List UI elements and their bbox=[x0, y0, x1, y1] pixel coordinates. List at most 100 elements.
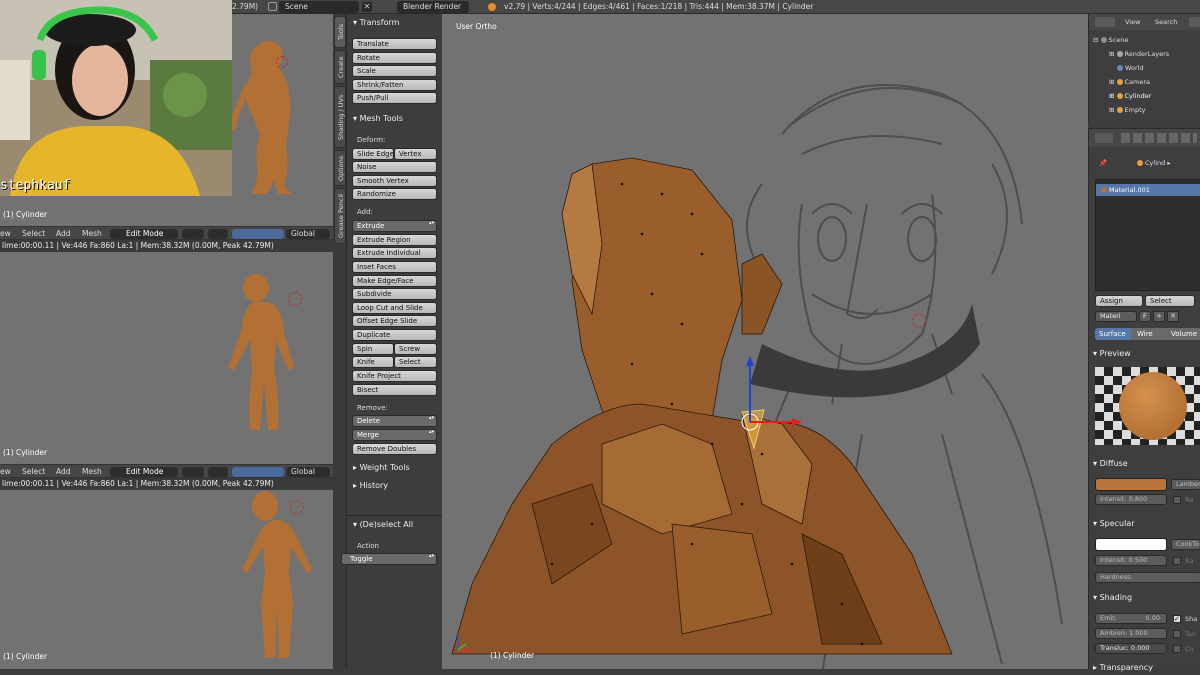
pivot-selector[interactable] bbox=[208, 229, 228, 239]
shading-panel-header[interactable]: ▾ Shading bbox=[1089, 591, 1180, 605]
shading-selector[interactable] bbox=[182, 229, 204, 239]
close-icon[interactable]: ✕ bbox=[362, 2, 372, 12]
outliner-item-camera[interactable]: ⊞ Camera bbox=[1109, 78, 1150, 86]
manipulator-toggles[interactable] bbox=[232, 467, 284, 477]
specular-panel-header[interactable]: ▾ Specular bbox=[1089, 517, 1180, 531]
tab-volume[interactable]: Volume bbox=[1167, 328, 1200, 340]
shrink-fatten-button[interactable]: Shrink/Fatten bbox=[352, 79, 437, 91]
transform-panel-header[interactable]: ▾ Transform bbox=[349, 16, 440, 30]
outliner-item-cylinder[interactable]: ⊞ Cylinder bbox=[1109, 92, 1151, 100]
select-menu[interactable]: Select bbox=[22, 227, 45, 241]
diffuse-intensity-field[interactable]: Intensit: 0.800 bbox=[1095, 494, 1167, 505]
operator-panel-header[interactable]: ▾ (De)select All bbox=[349, 518, 440, 532]
tab-tools[interactable]: Tools bbox=[334, 16, 346, 48]
view-menu[interactable]: ew bbox=[0, 465, 11, 479]
select-menu[interactable]: Select bbox=[22, 465, 45, 479]
push-pull-button[interactable]: Push/Pull bbox=[352, 92, 437, 104]
add-menu[interactable]: Add bbox=[56, 227, 71, 241]
extrude-individual-button[interactable]: Extrude Individual bbox=[352, 247, 437, 259]
editor-type-icon[interactable] bbox=[1095, 133, 1113, 143]
diffuse-color-swatch[interactable] bbox=[1095, 478, 1167, 491]
mesh-menu[interactable]: Mesh bbox=[82, 227, 102, 241]
pin-icon[interactable]: 📌 bbox=[1099, 159, 1107, 167]
outliner-item-empty[interactable]: ⊞ Empty bbox=[1109, 106, 1145, 114]
search-menu[interactable]: Search bbox=[1155, 18, 1177, 26]
manipulator-toggles[interactable] bbox=[232, 229, 284, 239]
diffuse-panel-header[interactable]: ▾ Diffuse bbox=[1089, 457, 1180, 471]
spin-button[interactable]: Spin bbox=[352, 343, 394, 355]
rotate-button[interactable]: Rotate bbox=[352, 52, 437, 64]
emit-field[interactable]: Emit: 0.00 bbox=[1095, 613, 1167, 624]
view-menu[interactable]: ew bbox=[0, 227, 11, 241]
unlink-material-icon[interactable]: ✕ bbox=[1167, 311, 1179, 322]
make-edge-face-button[interactable]: Make Edge/Face bbox=[352, 275, 437, 287]
tab-surface[interactable]: Surface bbox=[1095, 328, 1131, 340]
tab-grease-pencil[interactable]: Grease Pencil bbox=[334, 188, 346, 244]
tab-create[interactable]: Create bbox=[334, 50, 346, 84]
cubic-checkbox[interactable] bbox=[1173, 645, 1181, 653]
viewport-bottom-left[interactable]: lime:00:00.11 | Ve:446 Fa:860 La:1 | Mem… bbox=[0, 478, 333, 669]
history-panel-header[interactable]: ▸ History bbox=[349, 479, 440, 493]
add-material-icon[interactable]: + bbox=[1153, 311, 1165, 322]
display-mode-selector[interactable] bbox=[1189, 17, 1200, 27]
context-tabs[interactable] bbox=[1121, 133, 1197, 143]
tangent-checkbox[interactable] bbox=[1173, 630, 1181, 638]
fake-user-toggle[interactable]: F bbox=[1139, 311, 1151, 322]
slide-edge-button[interactable]: Slide Edge bbox=[352, 148, 394, 160]
slide-vertex-button[interactable]: Vertex bbox=[394, 148, 437, 160]
bisect-button[interactable]: Bisect bbox=[352, 384, 437, 396]
tab-options[interactable]: Options bbox=[334, 150, 346, 186]
shading-selector[interactable] bbox=[182, 467, 204, 477]
specular-shader-dropdown[interactable]: CookTo bbox=[1171, 539, 1200, 550]
noise-button[interactable]: Noise bbox=[352, 161, 437, 173]
specular-color-swatch[interactable] bbox=[1095, 538, 1167, 551]
scene-selector[interactable]: Scene bbox=[279, 1, 359, 13]
mesh-tools-panel-header[interactable]: ▾ Mesh Tools bbox=[349, 112, 440, 126]
add-menu[interactable]: Add bbox=[56, 465, 71, 479]
knife-button[interactable]: Knife bbox=[352, 356, 394, 368]
knife-select-button[interactable]: Select bbox=[394, 356, 437, 368]
scene-browse-icon[interactable] bbox=[268, 2, 277, 11]
ramp-checkbox[interactable] bbox=[1173, 557, 1181, 565]
transparency-panel-header[interactable]: ▸ Transparency bbox=[1089, 661, 1180, 675]
merge-dropdown[interactable]: Merge bbox=[352, 429, 437, 441]
specular-intensity-field[interactable]: Intensit: 0.500 bbox=[1095, 555, 1167, 566]
loop-cut-slide-button[interactable]: Loop Cut and Slide bbox=[352, 302, 437, 314]
view-menu[interactable]: View bbox=[1125, 18, 1140, 26]
outliner-item-scene[interactable]: ⊟ Scene bbox=[1093, 36, 1128, 44]
outliner-item-renderlayers[interactable]: ⊞ RenderLayers bbox=[1109, 50, 1169, 58]
main-3d-viewport[interactable]: User Ortho (1) Cylinder bbox=[442, 14, 1088, 669]
material-name-field[interactable]: Materi bbox=[1095, 311, 1137, 322]
randomize-button[interactable]: Randomize bbox=[352, 188, 437, 200]
diffuse-shader-dropdown[interactable]: Lamber bbox=[1171, 479, 1200, 490]
ramp-checkbox[interactable] bbox=[1173, 496, 1181, 504]
screw-button[interactable]: Screw bbox=[394, 343, 437, 355]
shadeless-checkbox[interactable]: ✓ bbox=[1173, 615, 1181, 623]
tab-shading-uvs[interactable]: Shading / UVs bbox=[334, 86, 346, 148]
extrude-dropdown[interactable]: Extrude bbox=[352, 220, 437, 232]
outliner-item-world[interactable]: World bbox=[1117, 64, 1144, 72]
duplicate-button[interactable]: Duplicate bbox=[352, 329, 437, 341]
inset-faces-button[interactable]: Inset Faces bbox=[352, 261, 437, 273]
remove-doubles-button[interactable]: Remove Doubles bbox=[352, 443, 437, 455]
ambient-field[interactable]: Ambien: 1.000 bbox=[1095, 628, 1167, 639]
action-dropdown[interactable]: Toggle bbox=[341, 553, 437, 565]
render-engine-selector[interactable]: Blender Render bbox=[397, 1, 469, 13]
offset-edge-slide-button[interactable]: Offset Edge Slide bbox=[352, 315, 437, 327]
viewport-middle-left[interactable]: lime:00:00.11 | Ve:446 Fa:860 La:1 | Mem… bbox=[0, 240, 333, 464]
preview-panel-header[interactable]: ▾ Preview bbox=[1089, 347, 1180, 361]
delete-dropdown[interactable]: Delete bbox=[352, 415, 437, 427]
weight-tools-panel-header[interactable]: ▸ Weight Tools bbox=[349, 461, 440, 475]
knife-project-button[interactable]: Knife Project bbox=[352, 370, 437, 382]
translate-button[interactable]: Translate bbox=[352, 38, 437, 50]
assign-button[interactable]: Assign bbox=[1095, 295, 1143, 307]
select-button[interactable]: Select bbox=[1145, 295, 1195, 307]
hardness-field[interactable]: Hardness: bbox=[1095, 572, 1200, 583]
translucency-field[interactable]: Transluc: 0.000 bbox=[1095, 643, 1167, 654]
editor-type-icon[interactable] bbox=[1095, 17, 1115, 27]
scale-button[interactable]: Scale bbox=[352, 65, 437, 77]
tab-wire[interactable]: Wire bbox=[1131, 328, 1167, 340]
mesh-menu[interactable]: Mesh bbox=[82, 465, 102, 479]
smooth-vertex-button[interactable]: Smooth Vertex bbox=[352, 175, 437, 187]
pivot-selector[interactable] bbox=[208, 467, 228, 477]
